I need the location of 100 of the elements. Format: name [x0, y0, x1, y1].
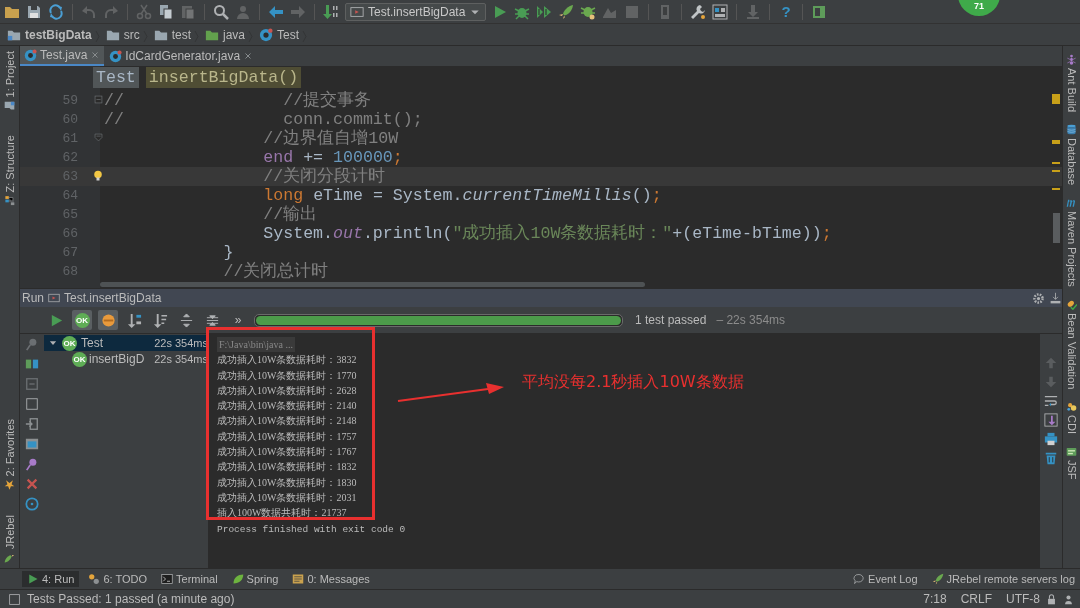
code-line: end += 100000;: [262, 148, 403, 167]
tool-window-tab[interactable]: 2: Favorites: [0, 414, 19, 496]
code-line: // //提交事务: [104, 91, 372, 110]
dump-threads-icon[interactable]: [25, 377, 39, 391]
tool-window-tab[interactable]: 6: TODO: [83, 571, 153, 587]
status-box-icon[interactable]: [25, 397, 39, 411]
breadcrumb-item[interactable]: src: [102, 27, 143, 42]
tree-structure-icon: [4, 195, 15, 207]
breadcrumb-chip[interactable]: Test: [93, 67, 139, 88]
show-ignored-button[interactable]: [98, 310, 118, 330]
console-line: 成功插入10W条数据耗时：1757: [217, 430, 357, 442]
maven-icon: [1066, 197, 1077, 209]
close-icon[interactable]: [243, 51, 254, 61]
scrollbar-thumb[interactable]: [1053, 213, 1060, 243]
fold-marker-icon[interactable]: [93, 132, 104, 143]
tool-window-tab[interactable]: Terminal: [156, 571, 223, 587]
cdi-icon: [1066, 401, 1077, 413]
test-tree-row[interactable]: OK insertBigD 22s 354ms: [44, 351, 208, 367]
test-tree-row[interactable]: OK Test 22s 354ms: [44, 335, 208, 351]
passed-status-badge: OK: [62, 335, 77, 351]
file-encoding[interactable]: UTF-8: [1006, 592, 1040, 606]
search-icon[interactable]: [213, 3, 229, 20]
tool-window-tab[interactable]: Spring: [226, 571, 284, 587]
sort-icon: [152, 312, 168, 328]
up-arrow-icon[interactable]: [1044, 356, 1058, 370]
fold-marker-icon[interactable]: [93, 94, 104, 105]
test-time: 22s 354ms: [154, 353, 208, 365]
print-icon[interactable]: [1044, 432, 1058, 446]
sync-icon[interactable]: [48, 3, 64, 20]
more-button[interactable]: »: [228, 310, 248, 330]
tool-window-tab[interactable]: Database: [1063, 124, 1080, 186]
hide-icon[interactable]: [1049, 291, 1062, 305]
folder-icon: [4, 100, 15, 112]
tool-window-tab[interactable]: Bean Validation: [1063, 298, 1080, 390]
layout-icon[interactable]: [25, 357, 39, 371]
lock-icon[interactable]: [1046, 593, 1057, 605]
bean-validation-icon: [1066, 298, 1077, 310]
breadcrumb-item[interactable]: Test: [256, 27, 303, 42]
tool-window-tab[interactable]: CDI: [1063, 401, 1080, 435]
lightbulb-icon[interactable]: [92, 170, 104, 182]
jsf-icon: [1066, 446, 1077, 458]
breadcrumb-item[interactable]: test: [150, 27, 195, 42]
window-icon[interactable]: [25, 437, 39, 451]
close-icon[interactable]: [90, 50, 101, 60]
caret-position[interactable]: 7:18: [923, 592, 947, 606]
build-icon[interactable]: [323, 3, 339, 20]
tool-window-tab[interactable]: JRebel remote servers log: [926, 571, 1080, 587]
settings-icon[interactable]: [690, 3, 707, 20]
floating-badge: 71: [958, 0, 1000, 16]
code-line: //边界值自增10W: [262, 129, 399, 148]
breadcrumb-chip[interactable]: insertBigData(): [145, 67, 302, 88]
trash-icon[interactable]: [1044, 451, 1058, 465]
help-icon[interactable]: [25, 497, 39, 511]
console-line: 成功插入10W条数据耗时：1830: [217, 476, 357, 488]
inspector-icon[interactable]: [1063, 593, 1074, 605]
scroll-to-end-icon[interactable]: [1044, 413, 1058, 427]
console-line: 成功插入10W条数据耗时：2140: [217, 400, 357, 412]
run-configuration-dropdown[interactable]: Test.insertBigData: [345, 2, 487, 21]
class-icon: [24, 48, 37, 62]
test-name: insertBigD: [89, 352, 145, 366]
copy-icon[interactable]: [158, 3, 174, 20]
console-line: 成功插入10W条数据耗时：2148: [217, 415, 357, 427]
breadcrumb-item[interactable]: testBigData: [4, 27, 95, 42]
line-separator[interactable]: CRLF: [960, 592, 992, 606]
tool-window-tab[interactable]: Event Log: [848, 571, 923, 587]
pin-icon[interactable]: [25, 457, 39, 471]
config-icon: [350, 4, 364, 19]
sort-icon: [126, 312, 142, 328]
console-line: Process finished with exit code 0: [217, 523, 406, 535]
tool-window-tab[interactable]: Ant Build: [1063, 54, 1080, 113]
terminal-icon: [161, 573, 174, 585]
close-icon[interactable]: [25, 477, 39, 491]
editor-tab[interactable]: Test.java: [20, 46, 105, 66]
panel-icon[interactable]: [810, 3, 827, 20]
rocket-icon[interactable]: [558, 3, 575, 20]
speech-bubble-icon: [853, 573, 866, 585]
settings-icon[interactable]: [1032, 291, 1045, 305]
scrollbar-thumb[interactable]: [100, 282, 645, 287]
tool-window-tab[interactable]: JSF: [1063, 446, 1080, 480]
down-arrow-icon[interactable]: [1044, 375, 1058, 389]
status-box-icon[interactable]: [8, 592, 21, 606]
tool-window-tab[interactable]: 0: Messages: [287, 571, 375, 587]
exit-icon[interactable]: [25, 417, 39, 431]
tool-window-tab[interactable]: Maven Projects: [1063, 197, 1080, 287]
tool-window-tab[interactable]: JRebel: [0, 509, 19, 568]
soft-wrap-icon[interactable]: [1044, 394, 1058, 408]
tool-window-tab[interactable]: Z: Structure: [0, 130, 19, 212]
project-structure-icon[interactable]: [712, 3, 729, 20]
code-line: System.out.println("成功插入10W条数据耗时："+(eTime-bTime));: [262, 224, 832, 243]
leaf-icon: [231, 573, 244, 585]
code-line: long eTime = System.currentTimeMillis();: [262, 186, 662, 205]
console-line: 插入100W数据共耗时：21737: [217, 507, 347, 519]
help-button[interactable]: ?: [778, 3, 794, 20]
console-line: 成功插入10W条数据耗时：1767: [217, 446, 357, 458]
pin-icon[interactable]: [25, 337, 39, 351]
console-line: 成功插入10W条数据耗时：1770: [217, 369, 357, 381]
tool-window-tab[interactable]: 1: Project: [0, 46, 19, 117]
breadcrumb-item[interactable]: java: [202, 27, 249, 42]
tool-window-tab[interactable]: 4: Run: [22, 571, 80, 587]
coverage-icon[interactable]: [536, 3, 553, 20]
